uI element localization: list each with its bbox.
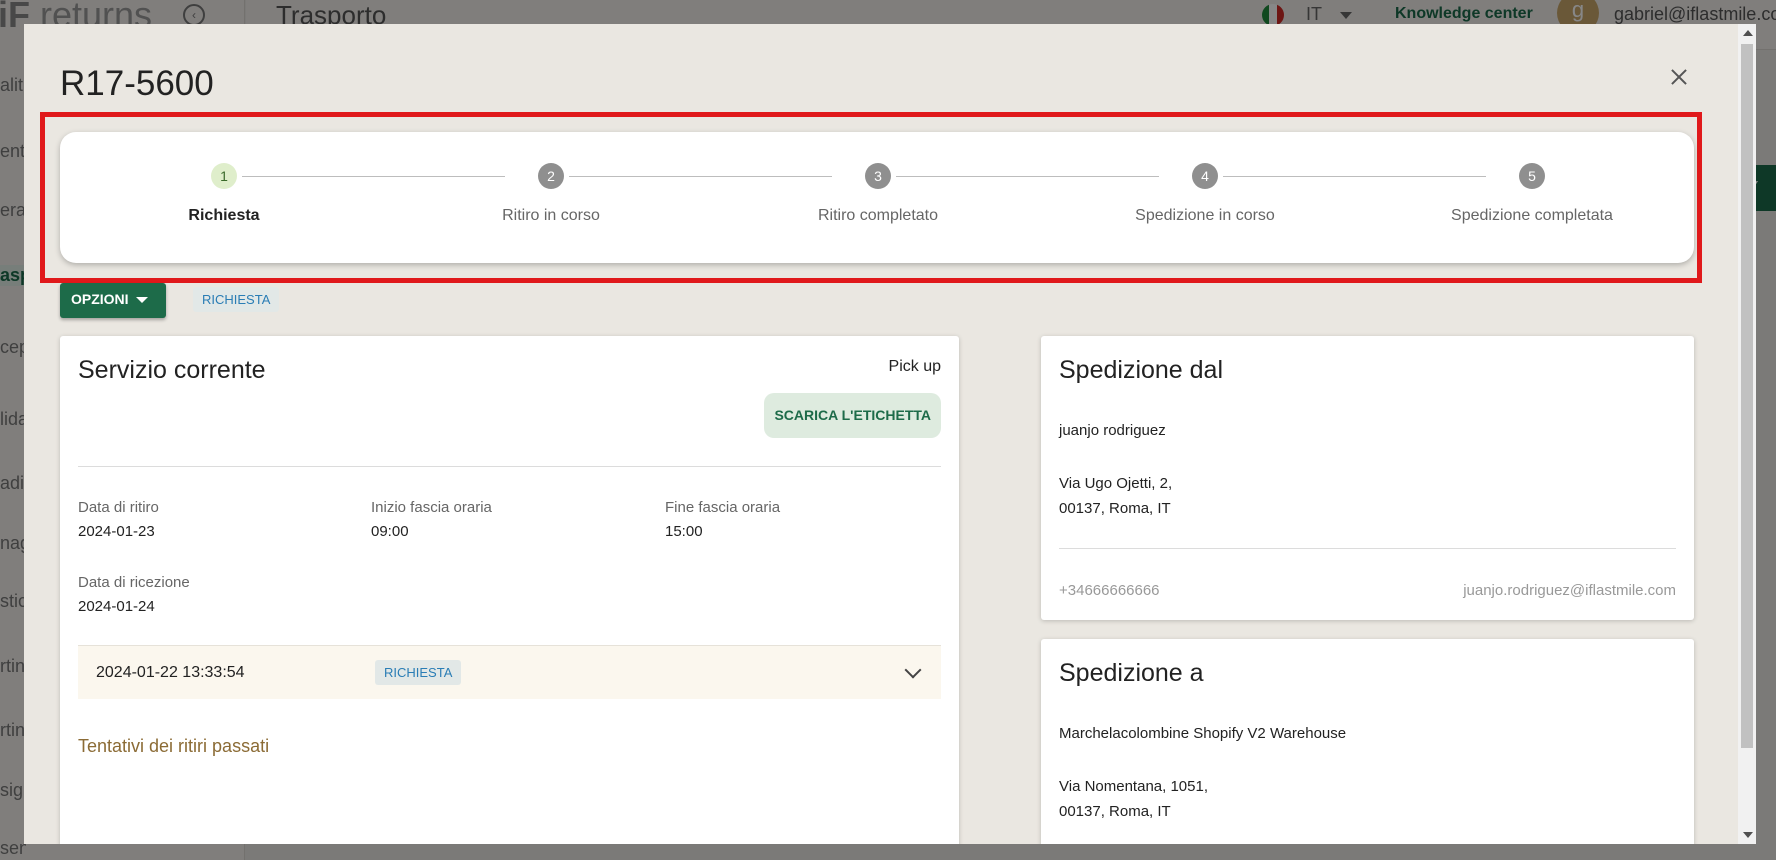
stepper-highlight-box bbox=[40, 112, 1702, 283]
divider bbox=[1059, 548, 1676, 549]
sender-name: juanjo rodriguez bbox=[1059, 422, 1166, 439]
recipient-address-line1: Via Nomentana, 1051, bbox=[1059, 778, 1208, 795]
return-detail-modal: R17-5600 1 Richiesta 2 Ritiro in corso 3… bbox=[24, 24, 1738, 844]
slot-start-label: Inizio fascia oraria bbox=[371, 499, 492, 516]
status-history-row[interactable]: 2024-01-22 13:33:54 RICHIESTA bbox=[78, 645, 941, 699]
receipt-date-label: Data di ricezione bbox=[78, 574, 190, 591]
card-title: Spedizione a bbox=[1059, 659, 1204, 687]
scroll-up-icon[interactable] bbox=[1743, 30, 1753, 36]
sender-email: juanjo.rodriguez@iflastmile.com bbox=[1463, 582, 1676, 599]
past-attempts-link[interactable]: Tentativi dei ritiri passati bbox=[78, 736, 269, 757]
slot-start-value: 09:00 bbox=[371, 523, 409, 540]
options-button[interactable]: OPZIONI bbox=[60, 283, 166, 318]
ship-from-card: Spedizione dal juanjo rodriguez Via Ugo … bbox=[1041, 336, 1694, 620]
card-title: Spedizione dal bbox=[1059, 356, 1224, 384]
receipt-date-value: 2024-01-24 bbox=[78, 598, 155, 615]
chevron-down-icon[interactable] bbox=[904, 661, 922, 679]
sender-address-line2: 00137, Roma, IT bbox=[1059, 500, 1171, 517]
history-timestamp: 2024-01-22 13:33:54 bbox=[96, 664, 245, 681]
caret-down-icon bbox=[135, 297, 148, 304]
scroll-down-icon[interactable] bbox=[1743, 832, 1753, 838]
recipient-address-line2: 00137, Roma, IT bbox=[1059, 803, 1171, 820]
scroll-thumb[interactable] bbox=[1741, 44, 1753, 748]
current-service-card: Servizio corrente Pick up SCARICA L'ETIC… bbox=[60, 336, 959, 844]
slot-end-value: 15:00 bbox=[665, 523, 703, 540]
slot-end-label: Fine fascia oraria bbox=[665, 499, 781, 516]
card-title: Servizio corrente bbox=[78, 356, 266, 384]
ship-to-card: Spedizione a Marchelacolombine Shopify V… bbox=[1041, 639, 1694, 844]
divider bbox=[78, 466, 941, 467]
sender-address-line1: Via Ugo Ojetti, 2, bbox=[1059, 475, 1173, 492]
modal-scrollbar[interactable] bbox=[1738, 24, 1756, 844]
sender-phone: +34666666666 bbox=[1059, 582, 1160, 599]
status-badge: RICHIESTA bbox=[193, 287, 280, 312]
close-icon[interactable] bbox=[1662, 60, 1696, 94]
options-label: OPZIONI bbox=[71, 291, 129, 307]
modal-title: R17-5600 bbox=[60, 64, 214, 103]
status-badge: RICHIESTA bbox=[375, 660, 462, 685]
pickup-date-value: 2024-01-23 bbox=[78, 523, 155, 540]
download-label-button[interactable]: SCARICA L'ETICHETTA bbox=[764, 393, 941, 438]
pickup-date-label: Data di ritiro bbox=[78, 499, 159, 516]
service-type: Pick up bbox=[888, 358, 941, 375]
recipient-name: Marchelacolombine Shopify V2 Warehouse bbox=[1059, 725, 1347, 742]
